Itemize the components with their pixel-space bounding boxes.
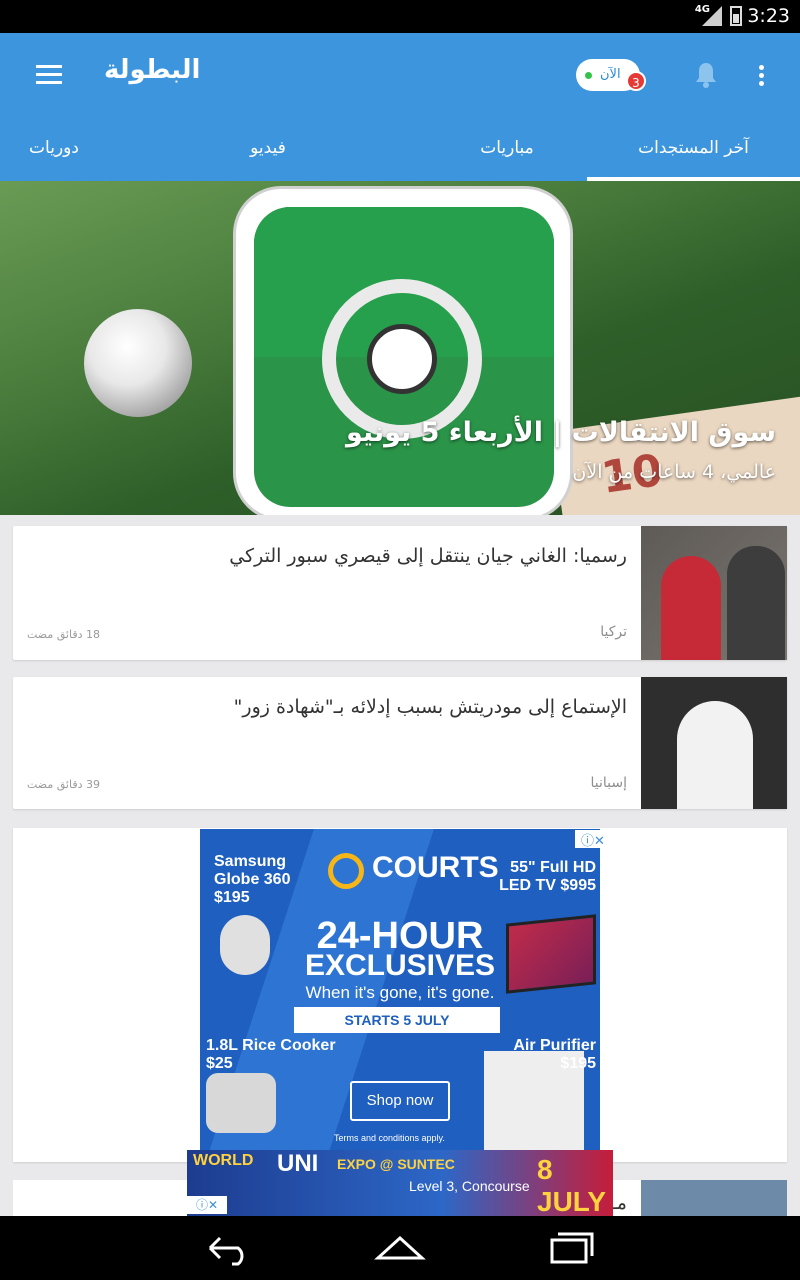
ad-item: 55" Full HD LED TV $995 [499, 859, 596, 894]
article-thumbnail [641, 526, 787, 660]
ad-item: 1.8L Rice Cooker $25 [206, 1037, 336, 1072]
ad-close-icon[interactable]: ⓘ✕ [575, 830, 611, 849]
banner-text: Level 3, Concourse [409, 1178, 530, 1194]
banner-text: UNI [277, 1150, 319, 1177]
article-category: تركيا [600, 624, 627, 640]
banner-text: EXPO @ SUNTEC [337, 1156, 455, 1172]
app-logo: البطولة [104, 55, 201, 85]
status-bar: 4G 3:23 [0, 0, 800, 33]
banner-ad[interactable]: WORLD UNI EXPO @ SUNTEC Level 3, Concour… [187, 1150, 613, 1216]
navigation-bar [0, 1216, 800, 1280]
article-category: إسبانيا [590, 775, 628, 791]
hero-meta: عالمي، 4 ساعات من الآن [572, 461, 776, 483]
tab-label: دوريات [29, 138, 79, 158]
home-icon[interactable] [374, 1230, 426, 1266]
football-image [84, 309, 192, 417]
tab-label: مباريات [480, 138, 534, 158]
banner-date: 8 JULY SAT [537, 1154, 606, 1216]
banner-text: WORLD [193, 1152, 254, 1169]
live-label: الآن [600, 67, 621, 82]
battery-icon [730, 6, 742, 26]
ad-card: COURTS Samsung Globe 360 $195 55" Full H… [13, 828, 787, 1162]
ad-item: Air Purifier $195 [513, 1037, 596, 1072]
ad-brand: COURTS [372, 851, 499, 884]
recent-apps-icon[interactable] [548, 1230, 594, 1266]
clock: 3:23 [747, 5, 790, 27]
article-thumbnail [641, 1180, 787, 1220]
menu-icon[interactable] [36, 65, 62, 87]
article-time: 39 دقائق مضت [27, 778, 100, 791]
ad-headline: EXCLUSIVES [304, 949, 496, 982]
rice-cooker-image [206, 1073, 276, 1133]
app-bar: البطولة الآن 3 آخر المستجدات مباريات فيد… [0, 33, 800, 181]
tab-matches[interactable]: مباريات [414, 123, 600, 181]
hero-article[interactable]: 10 سوق الانتقالات | الأربعاء 5 يونيو عال… [0, 181, 800, 515]
ad-subline: When it's gone, it's gone. [305, 983, 495, 1002]
hero-title: سوق الانتقالات | الأربعاء 5 يونيو [346, 417, 776, 448]
article-thumbnail [641, 677, 787, 809]
ad-starts: STARTS 5 JULY [294, 1007, 500, 1033]
banner-close-icon[interactable]: ⓘ✕ [187, 1196, 227, 1214]
live-count-badge: 3 [626, 71, 646, 91]
live-dot-icon [585, 72, 592, 79]
ad-terms: Terms and conditions apply. [334, 1133, 445, 1143]
more-options-icon[interactable] [756, 65, 766, 89]
transfer-app-icon [233, 186, 573, 515]
article-title: رسميا: الغاني جيان ينتقل إلى قيصري سبور … [229, 545, 627, 567]
back-icon[interactable] [206, 1230, 252, 1266]
article-card[interactable]: رسميا: الغاني جيان ينتقل إلى قيصري سبور … [13, 526, 787, 660]
tab-label: فيديو [250, 138, 286, 158]
bell-icon[interactable] [694, 61, 718, 89]
article-time: 18 دقائق مضت [27, 628, 100, 641]
tab-video[interactable]: فيديو [200, 123, 336, 181]
shop-now-button[interactable]: Shop now [350, 1081, 450, 1121]
tab-label: آخر المستجدات [638, 138, 749, 158]
ad-item: Samsung Globe 360 $195 [214, 853, 291, 906]
article-title: الإستماع إلى مودريتش بسبب إدلائه بـ"شهاد… [233, 696, 627, 718]
article-card[interactable]: الإستماع إلى مودريتش بسبب إدلائه بـ"شهاد… [13, 677, 787, 809]
signal-icon [702, 6, 722, 26]
tab-leagues[interactable]: دوريات [0, 123, 108, 181]
tab-bar: آخر المستجدات مباريات فيديو دوريات [0, 123, 800, 181]
display-ad[interactable]: COURTS Samsung Globe 360 $195 55" Full H… [200, 829, 600, 1161]
courts-logo-icon [328, 853, 364, 889]
tab-latest[interactable]: آخر المستجدات [587, 123, 800, 181]
